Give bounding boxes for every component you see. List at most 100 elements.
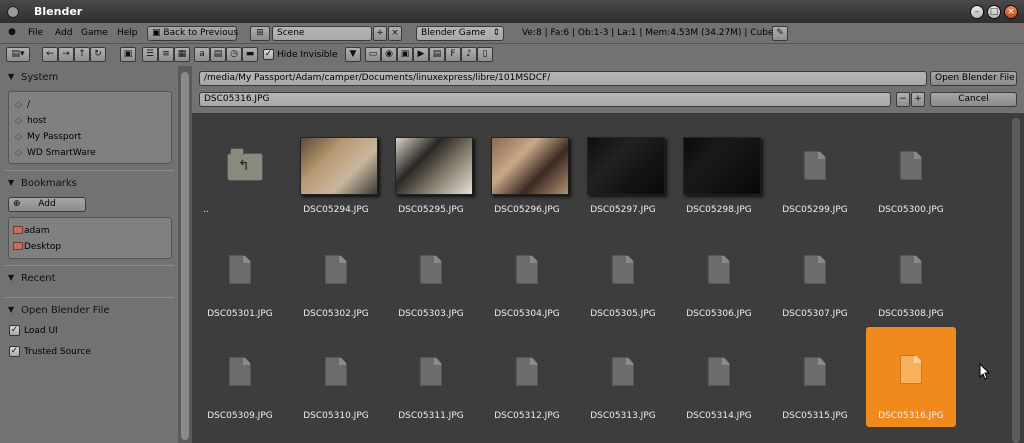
file-name-label: DSC05305.JPG — [590, 309, 656, 319]
hide-invisible-checkbox[interactable]: ✓ — [263, 49, 274, 60]
file-document-icon — [612, 357, 634, 386]
script-filter-icon[interactable]: ▤ — [429, 47, 445, 62]
maximize-icon[interactable]: □ — [987, 5, 1001, 19]
display-thumbnail-icon[interactable]: ▦ — [174, 47, 190, 62]
system-item[interactable]: ◇ host — [15, 116, 46, 126]
file-tile[interactable]: DSC05307.JPG — [770, 225, 860, 325]
cancel-button[interactable]: Cancel — [930, 92, 1017, 107]
back-to-previous-button[interactable]: ▣ Back to Previous — [147, 26, 239, 41]
file-tile[interactable]: DSC05297.JPG — [578, 121, 668, 221]
open-blender-file-button[interactable]: Open Blender File — [930, 71, 1017, 86]
sound-filter-icon[interactable]: ♪ — [461, 47, 477, 62]
file-grid-scrollbar[interactable] — [1012, 118, 1020, 443]
trusted-source-checkbox[interactable]: ✓ — [9, 346, 20, 357]
minimize-icon[interactable]: – — [970, 5, 984, 19]
file-tile[interactable]: DSC05303.JPG — [386, 225, 476, 325]
decrement-icon[interactable]: − — [896, 92, 910, 107]
blender-app-icon[interactable] — [7, 6, 19, 18]
system-item[interactable]: ◇ My Passport — [15, 132, 81, 142]
refresh-icon[interactable]: ↻ — [90, 47, 106, 62]
text-filter-icon[interactable]: ▯ — [477, 47, 493, 62]
file-tile[interactable]: DSC05301.JPG — [195, 225, 285, 325]
editor-type-icon[interactable]: ▤▾ — [6, 47, 30, 62]
menu-game[interactable]: Game — [81, 28, 108, 38]
plus-icon: ⊕ — [13, 199, 21, 209]
bookmark-item[interactable]: adam — [13, 226, 50, 236]
scene-name-field[interactable]: Scene — [272, 26, 372, 41]
file-name-label: DSC05313.JPG — [590, 411, 656, 421]
sort-ext-icon[interactable]: ▤ — [210, 47, 226, 62]
movie-filter-icon[interactable]: ▶ — [413, 47, 429, 62]
back-to-previous-label: Back to Previous — [163, 28, 239, 38]
file-tile[interactable]: DSC05311.JPG — [386, 327, 476, 427]
blend-filter-icon[interactable]: ◉ — [381, 47, 397, 62]
filename-field[interactable]: DSC05316.JPG — [199, 92, 891, 107]
parent-directory-tile[interactable]: ↰.. — [195, 121, 285, 221]
file-document-icon — [708, 357, 730, 386]
close-icon[interactable]: × — [1004, 5, 1018, 19]
panel-title: Recent — [21, 273, 56, 284]
forward-icon[interactable]: → — [58, 47, 74, 62]
file-tile[interactable]: DSC05294.JPG — [291, 121, 381, 221]
add-scene-icon[interactable]: + — [373, 26, 387, 41]
file-tile[interactable]: DSC05295.JPG — [386, 121, 476, 221]
filter-icon[interactable]: ▼ — [345, 47, 361, 62]
sort-size-icon[interactable]: ▬ — [242, 47, 258, 62]
file-tile[interactable]: DSC05302.JPG — [291, 225, 381, 325]
directory-field[interactable]: /media/My Passport/Adam/camper/Documents… — [199, 71, 927, 86]
menu-add[interactable]: Add — [55, 28, 72, 38]
display-short-icon[interactable]: ☰ — [142, 47, 158, 62]
file-tile[interactable]: DSC05304.JPG — [482, 225, 572, 325]
font-filter-icon[interactable]: F — [445, 47, 461, 62]
file-tile[interactable]: DSC05309.JPG — [195, 327, 285, 427]
sort-time-icon[interactable]: ◷ — [226, 47, 242, 62]
file-document-icon — [420, 255, 442, 284]
panel-header-system[interactable]: ▼ System — [4, 69, 174, 87]
editor-type-icon[interactable]: ● — [4, 26, 20, 41]
engine-select[interactable]: Blender Game ⇕ — [416, 26, 504, 41]
panel-header-bookmarks[interactable]: ▼ Bookmarks — [4, 175, 174, 193]
file-tile[interactable]: DSC05312.JPG — [482, 327, 572, 427]
file-document-icon — [900, 255, 922, 284]
panel-header-recent[interactable]: ▼ Recent — [4, 270, 174, 288]
file-document-icon — [420, 357, 442, 386]
delete-scene-icon[interactable]: × — [388, 26, 402, 41]
display-long-icon[interactable]: ≡ — [158, 47, 174, 62]
menu-help[interactable]: Help — [117, 28, 138, 38]
file-document-icon — [708, 255, 730, 284]
file-tile[interactable]: DSC05306.JPG — [674, 225, 764, 325]
file-tile[interactable]: DSC05296.JPG — [482, 121, 572, 221]
bookmark-item[interactable]: Desktop — [13, 242, 61, 252]
file-document-icon — [900, 151, 922, 180]
image-filter-icon[interactable]: ▣ — [397, 47, 413, 62]
back-icon[interactable]: ← — [42, 47, 58, 62]
panel-header-open-blender-file[interactable]: ▼ Open Blender File — [4, 302, 174, 320]
sort-alpha-icon[interactable]: a — [194, 47, 210, 62]
file-tile[interactable]: DSC05316.JPG — [866, 327, 956, 427]
load-ui-checkbox[interactable]: ✓ — [9, 325, 20, 336]
sidebar-scroll-thumb[interactable] — [181, 72, 189, 440]
panel-title: Bookmarks — [21, 178, 77, 189]
new-folder-icon[interactable]: ▣ — [120, 47, 136, 62]
system-item[interactable]: ◇ / — [15, 100, 30, 110]
file-tile[interactable]: DSC05298.JPG — [674, 121, 764, 221]
window-title: Blender — [34, 5, 83, 18]
increment-icon[interactable]: + — [911, 92, 925, 107]
report-icon[interactable]: ✎ — [772, 26, 788, 41]
trusted-source-label: Trusted Source — [24, 347, 91, 357]
scene-icon[interactable]: ⊞ — [250, 26, 270, 41]
file-tile[interactable]: DSC05299.JPG — [770, 121, 860, 221]
menu-file[interactable]: File — [28, 28, 43, 38]
sidebar-scrollbar[interactable] — [178, 66, 192, 443]
folder-filter-icon[interactable]: ▭ — [365, 47, 381, 62]
file-tile[interactable]: DSC05313.JPG — [578, 327, 668, 427]
file-tile[interactable]: DSC05308.JPG — [866, 225, 956, 325]
file-tile[interactable]: DSC05315.JPG — [770, 327, 860, 427]
file-tile[interactable]: DSC05300.JPG — [866, 121, 956, 221]
system-item[interactable]: ◇ WD SmartWare — [15, 148, 96, 158]
file-tile[interactable]: DSC05310.JPG — [291, 327, 381, 427]
file-tile[interactable]: DSC05314.JPG — [674, 327, 764, 427]
add-bookmark-button[interactable]: ⊕ Add — [8, 197, 86, 212]
parent-dir-icon[interactable]: ↑ — [74, 47, 90, 62]
file-tile[interactable]: DSC05305.JPG — [578, 225, 668, 325]
